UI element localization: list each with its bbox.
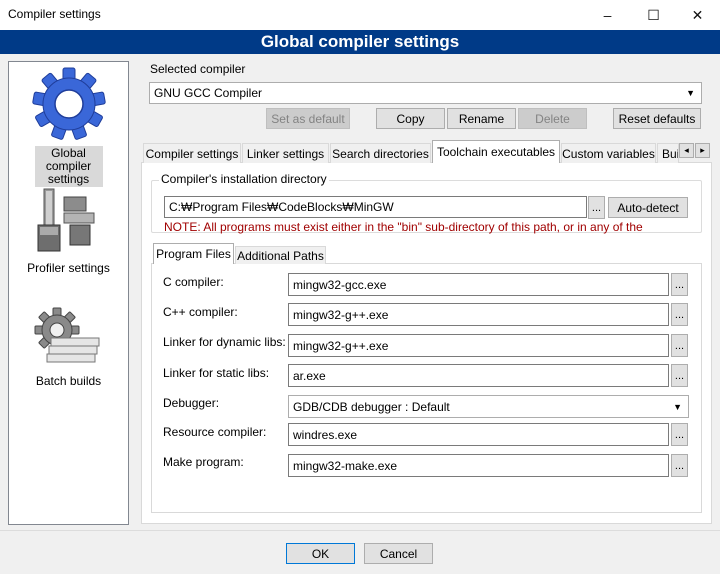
settings-category-list: Global compiler settings Profiler settin… [8, 61, 129, 525]
chevron-down-icon: ▼ [686, 88, 695, 98]
batch-builds-icon [34, 307, 99, 363]
tab-compiler-settings[interactable]: Compiler settings [143, 143, 241, 163]
c-compiler-browse-button[interactable]: ... [671, 273, 688, 296]
sidebar-item-profiler[interactable]: Profiler settings [9, 187, 128, 275]
sidebar-item-label: Batch builds [35, 374, 102, 388]
close-button[interactable]: ✕ [675, 0, 720, 30]
resource-compiler-label: Resource compiler: [163, 425, 267, 439]
sidebar-item-batch-builds[interactable]: Batch builds [9, 306, 128, 388]
linker-static-field[interactable]: ar.exe [288, 364, 669, 387]
make-program-browse-button[interactable]: ... [671, 454, 688, 477]
footer-divider [0, 530, 720, 531]
tab-custom-variables[interactable]: Custom variables [561, 143, 656, 163]
tab-toolchain-executables[interactable]: Toolchain executables [432, 140, 560, 163]
rename-button[interactable]: Rename [447, 108, 516, 129]
tab-linker-settings[interactable]: Linker settings [242, 143, 329, 163]
c-compiler-field[interactable]: mingw32-gcc.exe [288, 273, 669, 296]
c-compiler-label: C compiler: [163, 275, 224, 289]
linker-static-browse-button[interactable]: ... [671, 364, 688, 387]
debugger-label: Debugger: [163, 396, 220, 410]
cpp-compiler-browse-button[interactable]: ... [671, 303, 688, 326]
debugger-select-value: GDB/CDB debugger : Default [293, 399, 450, 414]
subtab-program-files[interactable]: Program Files [153, 243, 234, 264]
tab-scroll-right-button[interactable]: ▸ [695, 143, 710, 158]
install-dir-field[interactable]: C:₩Program Files₩CodeBlocks₩MinGW [164, 196, 587, 218]
install-dir-note: NOTE: All programs must exist either in … [164, 220, 643, 234]
linker-static-label: Linker for static libs: [163, 366, 270, 380]
install-dir-browse-button[interactable]: ... [588, 196, 605, 219]
cpp-compiler-label: C++ compiler: [163, 305, 238, 319]
linker-dynamic-field[interactable]: mingw32-g++.exe [288, 334, 669, 357]
delete-button[interactable]: Delete [518, 108, 587, 129]
install-dir-label: Compiler's installation directory [159, 172, 329, 186]
resource-compiler-field[interactable]: windres.exe [288, 423, 669, 446]
resource-compiler-browse-button[interactable]: ... [671, 423, 688, 446]
minimize-button[interactable]: – [585, 0, 630, 30]
tab-build-options[interactable]: Bui [657, 143, 679, 163]
selected-compiler-label: Selected compiler [150, 62, 246, 76]
title-bar: Compiler settings – ☐ ✕ [0, 0, 720, 30]
tab-scroll-left-button[interactable]: ◂ [679, 143, 694, 158]
make-program-field[interactable]: mingw32-make.exe [288, 454, 669, 477]
window-title: Compiler settings [8, 7, 101, 21]
reset-defaults-button[interactable]: Reset defaults [613, 108, 701, 129]
make-program-label: Make program: [163, 455, 244, 469]
chevron-down-icon: ▼ [673, 401, 682, 412]
sidebar-item-label: Profiler settings [27, 261, 110, 275]
ok-button[interactable]: OK [286, 543, 355, 564]
linker-dynamic-label: Linker for dynamic libs: [163, 335, 286, 349]
profiler-icon [37, 188, 94, 252]
copy-button[interactable]: Copy [376, 108, 445, 129]
sidebar-item-label: Global compiler settings [34, 146, 103, 187]
gear-icon [31, 67, 106, 140]
cancel-button[interactable]: Cancel [364, 543, 433, 564]
compiler-select[interactable]: GNU GCC Compiler ▼ [149, 82, 702, 104]
debugger-select[interactable]: GDB/CDB debugger : Default ▼ [288, 395, 689, 418]
set-as-default-button[interactable]: Set as default [266, 108, 350, 129]
page-banner: Global compiler settings [0, 30, 720, 54]
linker-dynamic-browse-button[interactable]: ... [671, 334, 688, 357]
sidebar-item-global-compiler[interactable]: Global compiler settings [9, 64, 128, 187]
compiler-select-value: GNU GCC Compiler [154, 86, 263, 100]
cpp-compiler-field[interactable]: mingw32-g++.exe [288, 303, 669, 326]
maximize-button[interactable]: ☐ [631, 0, 676, 30]
tab-search-directories[interactable]: Search directories [330, 143, 431, 163]
auto-detect-button[interactable]: Auto-detect [608, 197, 688, 218]
subtab-additional-paths[interactable]: Additional Paths [235, 246, 326, 264]
